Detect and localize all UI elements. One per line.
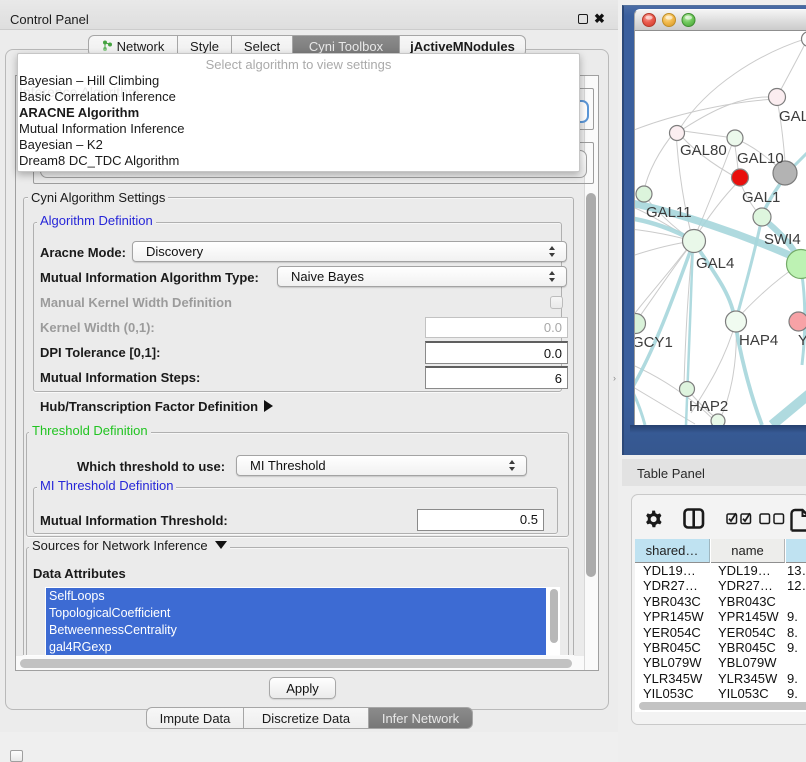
svg-text:GAL11: GAL11 [646, 204, 692, 221]
svg-text:GCY1: GCY1 [635, 334, 673, 351]
svg-text:HAP2: HAP2 [689, 398, 728, 415]
svg-text:SWI4: SWI4 [764, 231, 801, 248]
svg-text:GAL7: GAL7 [779, 108, 806, 125]
svg-text:Y: Y [798, 332, 806, 349]
svg-text:GAL4: GAL4 [696, 255, 734, 272]
svg-text:GAL80: GAL80 [680, 142, 727, 159]
svg-text:GAL10: GAL10 [737, 150, 784, 167]
svg-text:HAP4: HAP4 [739, 332, 778, 349]
svg-text:GAL1: GAL1 [742, 189, 780, 206]
